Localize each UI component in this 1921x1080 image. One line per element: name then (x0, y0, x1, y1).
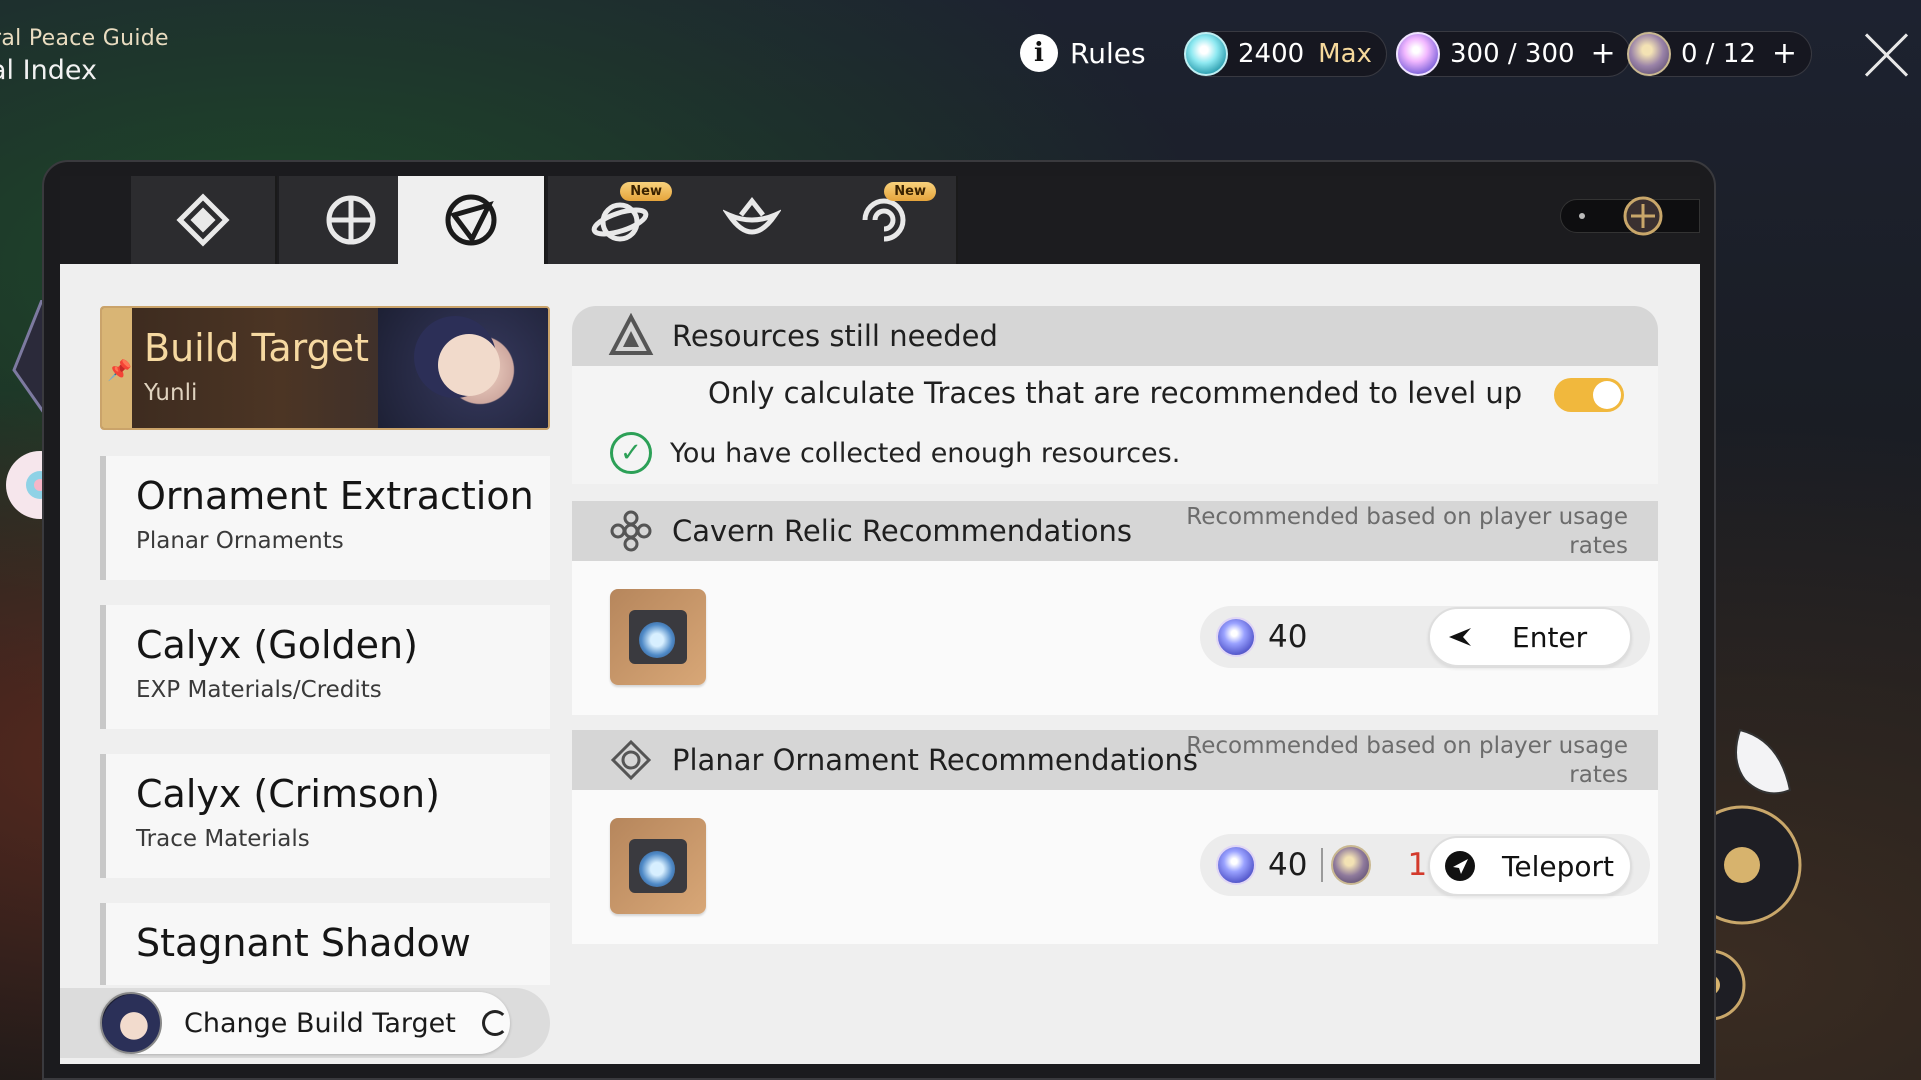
stellar-jade-counter: 2400 Max (1184, 31, 1387, 77)
sidebar-item-calyx-crimson[interactable]: Calyx (Crimson) Trace Materials (100, 754, 550, 878)
cavern-relic-title: Cavern Relic Recommendations (672, 514, 1132, 548)
planar-ornament-header: Planar Ornament Recommendations Recommen… (572, 730, 1658, 790)
cavern-relic-note: Recommended based on player usage rates (1186, 503, 1628, 561)
character-portrait (378, 308, 548, 428)
build-target-card[interactable]: 📌 Build Target Yunli (100, 306, 550, 430)
sidebar-item-title: Ornament Extraction (136, 474, 534, 518)
tab-diamond[interactable] (131, 176, 277, 264)
reserve-value: 0 / 12 (1681, 39, 1756, 69)
reserve-icon (1627, 32, 1671, 76)
add-trailblaze-power-button[interactable]: + (1591, 39, 1616, 69)
stellar-jade-value: 2400 (1238, 39, 1305, 69)
emblem-icon (1623, 196, 1663, 236)
trailblaze-power-icon (1396, 32, 1440, 76)
tab-lotus[interactable] (680, 176, 826, 264)
tab-planet[interactable]: New (548, 176, 694, 264)
planar-ornament-item[interactable] (610, 818, 706, 914)
cavern-relic-item[interactable] (610, 589, 706, 685)
resources-status: ✓ You have collected enough resources. (610, 432, 1180, 474)
stellar-jade-max: Max (1318, 39, 1372, 69)
planar-ornament-icon (610, 739, 652, 781)
guide-heading: al Index (0, 55, 97, 86)
avatar (100, 992, 162, 1054)
sidebar-item-subtitle: Planar Ornaments (136, 528, 344, 554)
new-badge: New (620, 182, 672, 201)
trailblaze-power-icon (1216, 845, 1256, 885)
planar-ornament-note-line1: Recommended based on player usage (1186, 733, 1628, 759)
target-icon (445, 194, 497, 246)
planar-cost-value: 40 (1268, 847, 1308, 883)
relic-flower-icon (610, 510, 652, 552)
info-icon: i (1020, 34, 1058, 72)
planar-cost-reserve: 1 (1407, 847, 1428, 883)
cost-divider (1321, 848, 1324, 882)
teleport-button[interactable]: Teleport (1428, 836, 1632, 896)
sidebar-item-subtitle: EXP Materials/Credits (136, 677, 382, 703)
emblem-indicator (1560, 196, 1700, 236)
tab-target[interactable] (398, 176, 546, 264)
resources-status-text: You have collected enough resources. (670, 437, 1181, 469)
change-build-target-button[interactable]: Change Build Target (100, 992, 510, 1054)
build-target-title: Build Target (144, 326, 370, 370)
cavern-relic-note-line2: rates (1569, 533, 1628, 559)
pin-icon: 📌 (107, 358, 132, 382)
sidebar-item-ornament-extraction[interactable]: Ornament Extraction Planar Ornaments (100, 456, 550, 580)
enter-label: Enter (1512, 620, 1588, 654)
reserve-counter: 0 / 12 + (1627, 31, 1813, 77)
sidebar-item-subtitle: Trace Materials (136, 826, 310, 852)
relic-cube-icon (629, 610, 687, 664)
cavern-relic-note-line1: Recommended based on player usage (1186, 504, 1628, 530)
tab-swirl[interactable]: New (812, 176, 958, 264)
teleport-icon (1444, 850, 1476, 882)
recommended-traces-toggle[interactable] (1554, 378, 1624, 412)
indicator-dot (1579, 213, 1585, 219)
rules-label: Rules (1070, 36, 1146, 70)
check-icon: ✓ (610, 432, 652, 474)
planar-ornament-title: Planar Ornament Recommendations (672, 743, 1198, 777)
cavern-relic-header: Cavern Relic Recommendations Recommended… (572, 501, 1658, 561)
diamond-icon (176, 193, 230, 247)
add-reserve-button[interactable]: + (1772, 39, 1797, 69)
arrow-icon (1444, 621, 1476, 653)
sidebar-item-stagnant-shadow[interactable]: Stagnant Shadow (100, 903, 550, 985)
stellar-jade-icon (1184, 32, 1228, 76)
lotus-icon (723, 196, 781, 235)
sidebar-item-title: Calyx (Crimson) (136, 772, 440, 816)
triangle-emblem-icon (608, 313, 654, 355)
change-build-label: Change Build Target (184, 1007, 456, 1039)
new-badge: New (884, 182, 936, 201)
sidebar-item-calyx-golden[interactable]: Calyx (Golden) EXP Materials/Credits (100, 605, 550, 729)
build-target-character: Yunli (144, 380, 198, 406)
sidebar-item-title: Stagnant Shadow (136, 921, 471, 965)
trailblaze-power-counter: 300 / 300 + (1396, 31, 1631, 77)
close-button[interactable] (1863, 30, 1911, 78)
enter-button[interactable]: Enter (1428, 607, 1632, 667)
rules-button[interactable]: i Rules (1020, 34, 1146, 72)
toggle-label: Only calculate Traces that are recommend… (708, 376, 1523, 410)
resources-header: Resources still needed (572, 306, 1658, 366)
ornament-cube-icon (629, 839, 687, 893)
refresh-icon (481, 1010, 508, 1036)
cavern-cost-value: 40 (1268, 619, 1308, 655)
trailblaze-power-value: 300 / 300 (1450, 39, 1575, 69)
planar-ornament-note-line2: rates (1569, 762, 1628, 788)
planar-ornament-note: Recommended based on player usage rates (1186, 732, 1628, 790)
guide-subtitle: ral Peace Guide (0, 26, 169, 51)
reserve-icon (1331, 845, 1372, 885)
trailblaze-power-icon (1216, 617, 1256, 657)
resources-title: Resources still needed (672, 319, 998, 353)
teleport-label: Teleport (1502, 849, 1614, 883)
guide-title: ral Peace Guide al Index (0, 26, 169, 86)
sidebar-item-title: Calyx (Golden) (136, 623, 418, 667)
compass-icon (326, 195, 376, 245)
